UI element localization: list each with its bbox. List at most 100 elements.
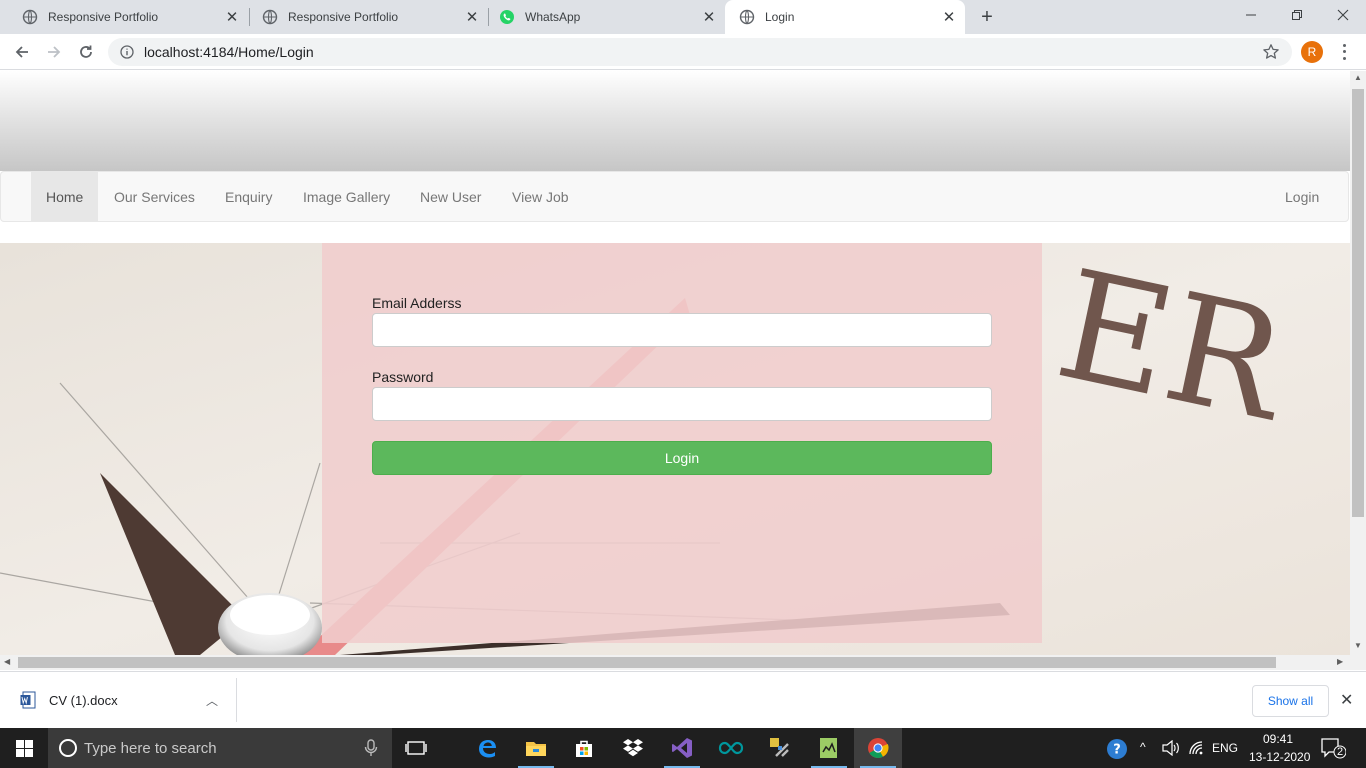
taskbar-visual-studio[interactable] [658,728,706,768]
restore-button[interactable] [1274,0,1320,30]
taskbar-arduino[interactable] [707,728,755,768]
download-item[interactable]: CV (1).docx ︿ [0,678,237,722]
horizontal-scrollbar[interactable]: ◀ ▶ [0,655,1350,670]
login-panel: Email Adderss Password Login [322,243,1042,643]
tab-title: WhatsApp [525,10,581,24]
close-tab-icon[interactable]: ✕ [224,9,240,26]
editor-icon [820,738,837,758]
scroll-right-icon[interactable]: ▶ [1337,657,1343,666]
background-image: ER Email Adderss Password Login [0,243,1350,655]
edge-icon [479,740,496,758]
nav-our-services[interactable]: Our Services [99,172,210,221]
svg-text:?: ? [1113,743,1121,758]
visual-studio-icon [672,738,692,758]
windows-logo-icon [15,739,33,757]
page-viewport: Home Our Services Enquiry Image Gallery … [0,71,1350,655]
close-icon [1337,9,1349,21]
site-navbar: Home Our Services Enquiry Image Gallery … [0,171,1349,222]
taskbar-editor-app[interactable] [805,728,853,768]
scroll-up-icon[interactable]: ▲ [1354,73,1362,82]
scroll-left-icon[interactable]: ◀ [4,657,10,666]
search-icon [59,739,77,757]
taskbar-chrome[interactable] [854,728,902,768]
horizontal-scroll-thumb[interactable] [18,657,1276,668]
arrow-right-icon [48,46,61,58]
password-label: Password [372,369,434,385]
reload-icon [80,45,92,58]
task-view-button[interactable] [392,728,440,768]
login-button[interactable]: Login [372,441,992,475]
nav-new-user[interactable]: New User [405,172,496,221]
tab-responsive-portfolio-2[interactable]: Responsive Portfolio ✕ [248,0,488,34]
windows-taskbar: Type here to search ? ^ ENG 09:41 13-12-… [0,728,1366,768]
vertical-scroll-thumb[interactable] [1352,89,1364,517]
language-indicator[interactable]: ENG [1212,741,1238,755]
nav-view-job[interactable]: View Job [497,172,584,221]
taskbar-edge[interactable] [463,728,511,768]
help-icon[interactable]: ? [1106,738,1128,760]
folder-icon [526,742,546,756]
nav-enquiry[interactable]: Enquiry [210,172,287,221]
taskbar-search[interactable]: Type here to search [48,728,392,768]
address-bar[interactable]: localhost:4184/Home/Login [108,38,1292,66]
dropbox-icon [623,739,643,757]
clock-date[interactable]: 13-12-2020 [1249,750,1310,764]
reload-button[interactable] [74,40,98,64]
tab-strip: Responsive Portfolio ✕ Responsive Portfo… [0,0,1366,34]
new-tab-button[interactable]: + [976,6,998,28]
taskbar-file-explorer[interactable] [512,728,560,768]
download-file-name: CV (1).docx [49,692,118,708]
search-placeholder: Type here to search [84,739,217,757]
scroll-down-icon[interactable]: ▼ [1354,641,1362,650]
info-icon[interactable] [120,45,134,59]
chevron-up-icon[interactable]: ︿ [206,692,218,709]
start-button[interactable] [0,728,48,768]
scrollbar-corner [1350,655,1366,670]
minimize-icon [1246,14,1256,16]
close-tab-icon[interactable]: ✕ [701,9,717,26]
tab-whatsapp[interactable]: WhatsApp ✕ [485,0,725,34]
tab-responsive-portfolio-1[interactable]: Responsive Portfolio ✕ [8,0,248,34]
clock-time[interactable]: 09:41 [1263,732,1293,746]
close-tab-icon[interactable]: ✕ [941,9,957,26]
word-document-icon [20,691,36,709]
store-icon [576,740,592,757]
browser-menu-button[interactable] [1336,42,1352,62]
close-tab-icon[interactable]: ✕ [464,9,480,26]
task-view-icon [405,741,427,755]
microphone-icon[interactable] [364,739,378,757]
nav-login[interactable]: Login [1270,172,1334,221]
nav-image-gallery[interactable]: Image Gallery [288,172,405,221]
tab-title: Responsive Portfolio [48,10,159,24]
taskbar-tools-app[interactable] [756,728,804,768]
bookmark-star-icon[interactable] [1262,43,1280,61]
header-banner [0,71,1350,171]
taskbar-dropbox[interactable] [609,728,657,768]
close-shelf-icon[interactable]: ✕ [1340,690,1353,710]
globe-icon [262,9,278,25]
chevron-up-icon[interactable]: ^ [1140,740,1146,754]
tab-title: Login [765,10,795,24]
show-all-button[interactable]: Show all [1252,685,1329,717]
globe-icon [739,9,755,25]
nav-home[interactable]: Home [31,172,99,221]
password-field[interactable] [372,387,992,421]
arrow-left-icon [15,46,28,58]
profile-avatar[interactable]: R [1301,41,1323,63]
globe-icon [22,9,38,25]
infinity-icon [718,741,744,755]
restore-icon [1292,10,1302,20]
vertical-scrollbar[interactable]: ▲ ▼ [1350,71,1366,655]
wifi-icon[interactable] [1188,740,1204,756]
browser-toolbar: localhost:4184/Home/Login R [0,34,1366,70]
whatsapp-icon [500,10,514,24]
url-text: localhost:4184/Home/Login [144,44,314,60]
email-field[interactable] [372,313,992,347]
close-window-button[interactable] [1320,0,1366,30]
back-button[interactable] [10,40,34,64]
forward-button[interactable] [42,40,66,64]
volume-icon[interactable] [1162,740,1180,756]
taskbar-store[interactable] [560,728,608,768]
tab-login[interactable]: Login ✕ [725,0,965,34]
minimize-button[interactable] [1228,0,1274,30]
